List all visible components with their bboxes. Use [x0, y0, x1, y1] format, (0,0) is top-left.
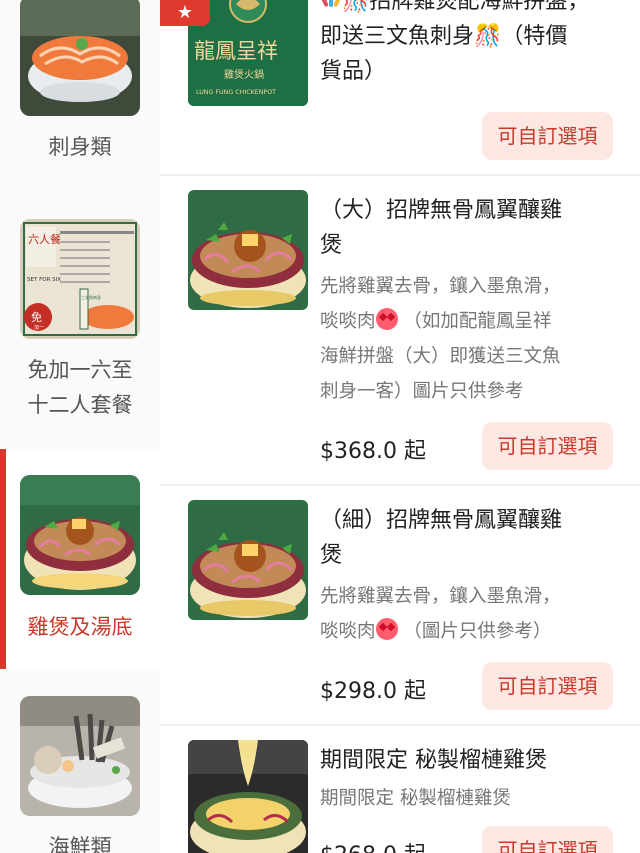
product-card[interactable]: （大）招牌無骨鳳翼釀雞 煲 先將雞翼去骨，鑲入墨魚滑， 啖啖肉 （如加配龍鳳呈祥… — [160, 176, 640, 484]
category-sidebar: 刺身類 六人餐 SET FOR SIX 免 加一 三文魚刺身 免加一六至 十二人… — [0, 0, 160, 853]
product-card[interactable]: 期間限定 秘製榴槤雞煲 期間限定 秘製榴槤雞煲 $268.0 起 可自訂選項 — [160, 726, 640, 853]
product-image — [188, 500, 308, 620]
desc-text: 啖啖肉 — [320, 621, 376, 642]
product-title: 期間限定 秘製榴槤雞煲 — [320, 743, 620, 778]
seafood-thumbnail — [20, 696, 140, 816]
desc-line: 海鮮拼盤（大）即獲送三文魚 — [320, 346, 561, 367]
sidebar-item-label: 海鮮類 — [48, 835, 112, 853]
desc-line: 先將雞翼去骨，鑲入墨魚滑， — [320, 586, 561, 607]
title-line-3: 貨品） — [320, 54, 620, 89]
logo-english: LUNG FUNG CHICKENPOT — [196, 89, 276, 96]
desc-line: 先將雞翼去骨，鑲入墨魚滑， — [320, 276, 561, 297]
active-indicator — [0, 449, 6, 669]
chicken-pot-thumbnail — [20, 475, 140, 595]
title-line: （大）招牌無骨鳳翼釀雞 — [320, 198, 563, 223]
sidebar-item-label: 刺身類 — [48, 135, 112, 159]
confetti-icon — [319, 0, 343, 11]
title-line-1: 🎊招牌雞煲配海鮮拼盤， — [319, 0, 620, 19]
product-price: $368.0 起 — [320, 439, 426, 464]
customize-options-button[interactable]: 可自訂選項 — [482, 422, 613, 470]
sidebar-item-seafood[interactable]: 海鮮類 — [0, 680, 160, 853]
heart-eyes-emoji-icon — [375, 618, 398, 640]
desc-text: （如加配龍鳳呈祥 — [403, 311, 552, 332]
product-title: 🎊招牌雞煲配海鮮拼盤， 即送三文魚刺身🎊（特價 貨品） — [319, 0, 620, 89]
product-image — [188, 190, 308, 310]
title-line: （細）招牌無骨鳳翼釀雞 — [320, 508, 563, 533]
sidebar-item-label: 免加一六至 十二人套餐 — [27, 358, 133, 417]
sidebar-item-chicken-pot[interactable]: 雞煲及湯底 — [0, 449, 160, 669]
sidebar-item-sashimi[interactable]: 刺身類 — [0, 0, 160, 180]
desc-line: 期間限定 秘製榴槤雞煲 — [320, 788, 511, 809]
title-line: 期間限定 秘製榴槤雞煲 — [320, 748, 547, 773]
product-price: $298.0 起 — [320, 679, 426, 704]
customize-options-button[interactable]: 可自訂選項 — [482, 826, 613, 853]
star-badge-icon: ★ — [160, 0, 210, 26]
product-card[interactable]: （細）招牌無骨鳳翼釀雞 煲 先將雞翼去骨，鑲入墨魚滑， 啖啖肉 （圖片只供參考）… — [160, 486, 640, 724]
title-line-2: 即送三文魚刺身🎊（特價 — [320, 19, 620, 54]
title-text: 🎊招牌雞煲配海鮮拼盤， — [342, 0, 590, 14]
product-description: 期間限定 秘製榴槤雞煲 — [320, 781, 620, 816]
logo-small: 雞煲火鍋 — [224, 68, 264, 81]
product-description: 先將雞翼去骨，鑲入墨魚滑， 啖啖肉 （圖片只供參考） — [320, 579, 620, 649]
sidebar-item-label: 雞煲及湯底 — [27, 615, 133, 639]
desc-text: （圖片只供參考） — [403, 621, 552, 642]
title-text: 即送三文魚刺身🎊（特價 — [320, 24, 568, 49]
product-card[interactable]: 龍鳳呈祥 雞煲火鍋 LUNG FUNG CHICKENPOT 🎊招牌雞煲配海鮮拼… — [160, 0, 640, 175]
title-line: 煲 — [320, 543, 343, 568]
desc-line: 啖啖肉 （圖片只供參考） — [320, 614, 620, 649]
desc-text: 啖啖肉 — [320, 311, 376, 332]
set-badge: 免 — [31, 310, 42, 324]
title-line: 煲 — [320, 233, 343, 258]
sidebar-item-set-meal[interactable]: 六人餐 SET FOR SIX 免 加一 三文魚刺身 免加一六至 十二人套餐 — [0, 200, 160, 440]
desc-line: 刺身一客）圖片只供參考 — [320, 381, 524, 402]
product-list: 龍鳳呈祥 雞煲火鍋 LUNG FUNG CHICKENPOT 🎊招牌雞煲配海鮮拼… — [160, 0, 640, 853]
set-meal-thumbnail: 六人餐 SET FOR SIX 免 加一 三文魚刺身 — [20, 219, 140, 339]
product-description: 先將雞翼去骨，鑲入墨魚滑， 啖啖肉 （如加配龍鳳呈祥 海鮮拼盤（大）即獲送三文魚… — [320, 269, 620, 409]
logo-big: 龍鳳呈祥 — [194, 39, 278, 63]
set-sub: SET FOR SIX — [27, 277, 61, 283]
set-tag: 三文魚刺身 — [81, 294, 101, 300]
desc-line: 啖啖肉 （如加配龍鳳呈祥 — [320, 304, 620, 339]
product-image — [188, 740, 308, 853]
product-price: $268.0 起 — [320, 837, 426, 853]
set-heading: 六人餐 — [28, 232, 61, 246]
heart-eyes-emoji-icon — [375, 308, 398, 330]
sashimi-thumbnail — [20, 0, 140, 116]
product-title: （細）招牌無骨鳳翼釀雞 煲 — [320, 503, 620, 573]
product-title: （大）招牌無骨鳳翼釀雞 煲 — [320, 193, 620, 263]
set-badge-sub: 加一 — [34, 324, 44, 331]
title-text: 貨品） — [320, 59, 387, 84]
customize-options-button[interactable]: 可自訂選項 — [482, 112, 613, 160]
customize-options-button[interactable]: 可自訂選項 — [482, 662, 613, 710]
